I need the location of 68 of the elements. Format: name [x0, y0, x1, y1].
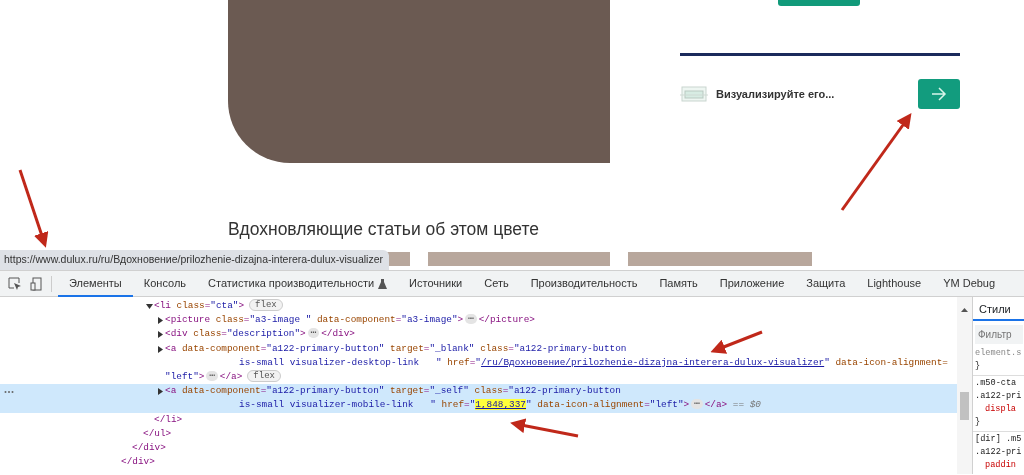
devtools-tab[interactable]: Сеть [473, 270, 520, 297]
devtools-tab[interactable]: Память [648, 270, 709, 297]
collapsed-triangle-icon[interactable] [157, 331, 164, 339]
css-selector: .a122-pri [975, 446, 1023, 459]
css-property: displa [984, 403, 1017, 416]
css-selector: .m50-cta [975, 377, 1018, 390]
css-selector: [dir] .m5 [975, 433, 1023, 446]
scrollbar[interactable] [957, 297, 972, 474]
annotation-arrow [710, 330, 763, 354]
devtools-tab[interactable]: Защита [795, 270, 857, 297]
code-text: </ul> [143, 427, 172, 439]
code-text: <picture class="a3-image " data-component="a3-image"> [165, 314, 464, 326]
arrow-right-icon [931, 87, 947, 101]
collapsed-triangle-icon[interactable] [157, 317, 164, 325]
code-text: </a> == $0 [704, 399, 761, 411]
device-icon[interactable] [30, 276, 42, 291]
selected-row[interactable]: <a data-component="a122-primary-button" target="_self" class="a122-primary-button is-small visualizer-mobile-link " href="1,848,337" data-icon-alignment="left"> ⋯ </a> == $0 [0, 384, 957, 413]
code-text: </li> [154, 413, 183, 425]
css-selector: .a122-pri [975, 390, 1023, 403]
code-text: is-small visualizer-desktop-link " href="/ru/Вдохновение/prilozhenie-dizajna-interera-dulux-visualizer" data-icon-alignment= [239, 356, 948, 368]
css-property: paddin [984, 459, 1017, 472]
dom-node-row[interactable]: <picture class="a3-image " data-component="a3-image"> ⋯ </picture> [0, 313, 957, 328]
layout-badge[interactable]: flex [247, 369, 281, 382]
code-text: </div> [132, 441, 166, 453]
css-brace: } [975, 416, 982, 429]
dom-node-row[interactable]: <li class="cta"> flex [0, 299, 957, 314]
css-brace: } [975, 360, 982, 373]
filter-field[interactable]: Фильтр [975, 325, 1023, 344]
code-text: </a> [219, 370, 243, 382]
code-text: </picture> [478, 314, 535, 326]
room-illustration-icon [680, 84, 708, 104]
code-text: <a data-component="a122-primary-button" target="_blank" class="a122-primary-button [165, 342, 627, 354]
code-link[interactable]: /ru/Вдохновение/prilozhenie-dizajna-interera-dulux-visualizer [480, 356, 825, 368]
flask-icon [378, 279, 388, 290]
styles-tab[interactable]: Стили [973, 297, 1024, 321]
expanded-triangle-icon[interactable] [146, 303, 153, 310]
devtools-tab[interactable]: Производительность [519, 270, 649, 297]
collapsed-content-button[interactable]: ⋯ [691, 399, 703, 410]
collapsed-triangle-icon[interactable] [157, 388, 164, 396]
devtools-tab[interactable]: Lighthouse [856, 270, 933, 297]
code-text: <div class="description"> [165, 328, 306, 340]
scrollbar-thumb[interactable] [960, 392, 969, 420]
annotation-arrow [510, 418, 579, 438]
code-text: <li class="cta"> [154, 300, 245, 311]
devtools-tab[interactable]: Консоль [132, 270, 198, 297]
collapsed-content-button[interactable]: ⋯ [206, 370, 218, 381]
code-text: <a data-component="a122-primary-button" target="_self" class="a122-primary-button [165, 385, 621, 397]
code-text: "left"> [165, 370, 205, 382]
devtools-tab[interactable]: YM Debug [932, 270, 1007, 297]
devtools-tab[interactable]: Статистика производительности [197, 270, 399, 297]
devtools-tab[interactable]: Источники [398, 270, 474, 297]
collapsed-triangle-icon[interactable] [157, 345, 164, 353]
section-heading: Вдохновляющие статьи об этом цвете [228, 219, 539, 239]
code-text: </div> [121, 456, 155, 468]
collapsed-content-button[interactable]: ⋯ [307, 328, 320, 339]
collapsed-content-button[interactable]: ⋯ [465, 314, 477, 325]
devtools-tab[interactable]: Приложение [708, 270, 796, 297]
devtools-tab[interactable]: Элементы [58, 270, 133, 297]
code-text: </div> [321, 328, 355, 340]
layout-badge[interactable]: flex [249, 299, 283, 311]
code-text: is-small visualizer-mobile-link " href="1,848,337" data-icon-alignment="left"> [239, 399, 690, 411]
css-selector: element.s [975, 347, 1023, 360]
more-options-icon[interactable] [4, 390, 14, 395]
status-url: https://www.dulux.ru/ru/Вдохновение/prilozhenie-dizajna-interera-dulux-visualizer [0, 250, 389, 270]
visualizer-text: Визуализируйте его... [716, 86, 835, 102]
inspect-icon[interactable] [8, 276, 22, 291]
highlighted-link[interactable]: 1,848,337 [475, 399, 526, 411]
dom-node-row[interactable]: <div class="description"> ⋯ </div> [0, 327, 957, 342]
